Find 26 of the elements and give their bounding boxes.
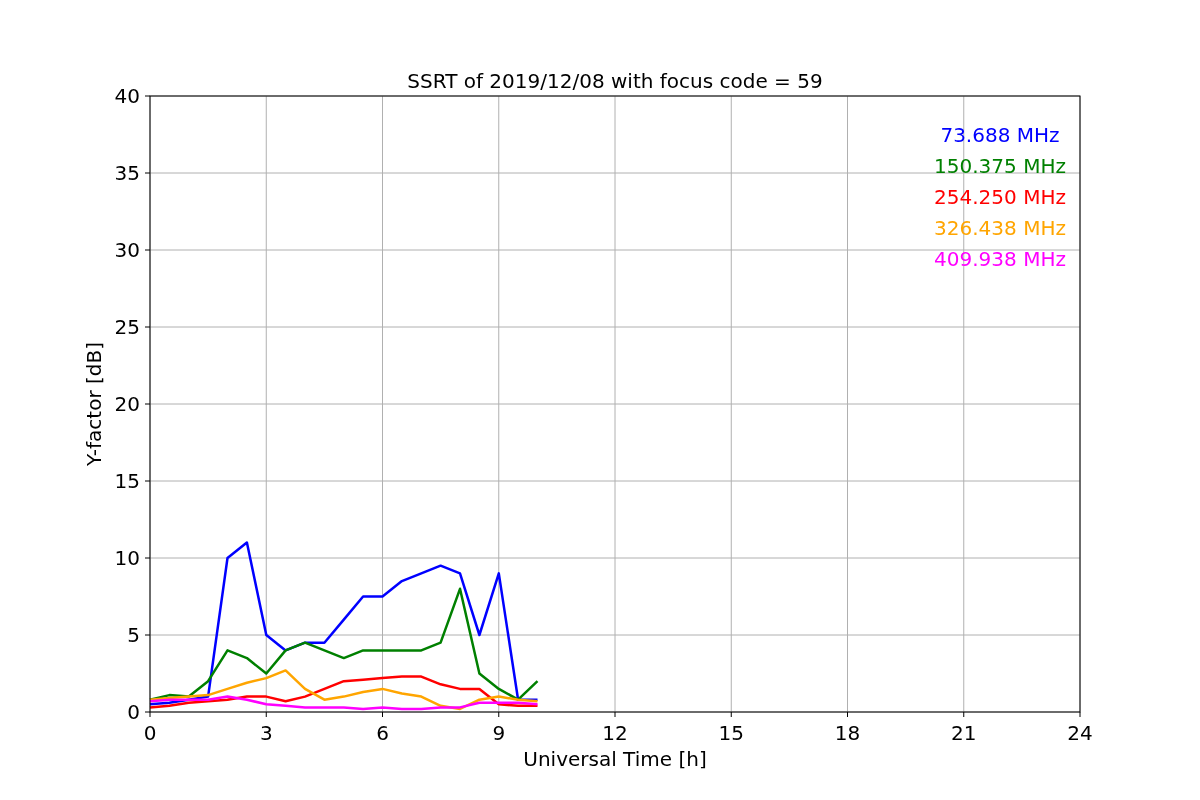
- y-tick-label: 20: [114, 392, 140, 416]
- x-tick-label: 6: [376, 721, 389, 745]
- y-tick-label: 5: [127, 623, 140, 647]
- legend-label: 326.438 MHz: [934, 216, 1066, 240]
- x-tick-label: 21: [951, 721, 977, 745]
- x-tick-label: 3: [259, 721, 273, 745]
- y-tick-label: 10: [114, 546, 140, 570]
- x-tick-label: 18: [834, 721, 861, 745]
- y-tick-label: 30: [114, 238, 140, 262]
- y-tick-label: 25: [114, 315, 140, 339]
- legend-label: 409.938 MHz: [934, 247, 1066, 271]
- x-tick-label: 0: [143, 721, 157, 745]
- y-tick-label: 35: [114, 161, 140, 185]
- y-tick-label: 15: [114, 469, 140, 493]
- chart-title: SSRT of 2019/12/08 with focus code = 59: [407, 69, 823, 93]
- legend-label: 150.375 MHz: [934, 154, 1066, 178]
- y-tick-label: 40: [114, 84, 140, 108]
- x-tick-label: 24: [1067, 721, 1093, 745]
- x-axis-label: Universal Time [h]: [523, 747, 707, 771]
- x-tick-label: 15: [718, 721, 744, 745]
- x-tick-label: 9: [492, 721, 506, 745]
- x-tick-label: 12: [602, 721, 628, 745]
- legend-label: 73.688 MHz: [940, 123, 1060, 147]
- y-axis-label: Y-factor [dB]: [82, 342, 106, 466]
- legend-label: 254.250 MHz: [934, 185, 1066, 209]
- y-tick-label: 0: [127, 700, 140, 724]
